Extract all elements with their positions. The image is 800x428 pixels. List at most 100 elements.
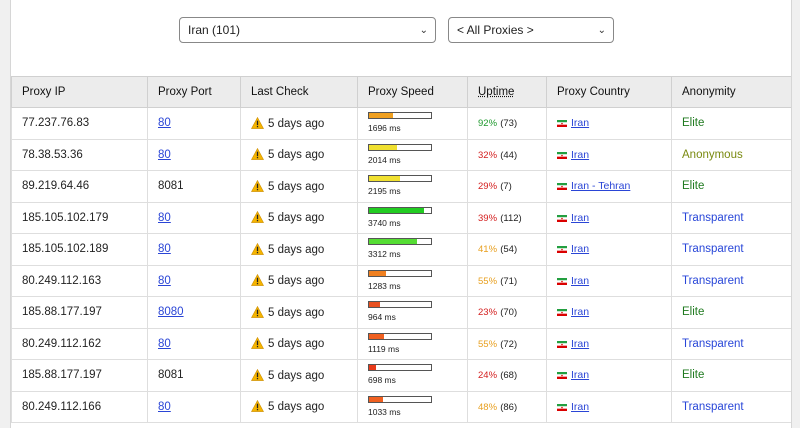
country-select[interactable]: Iran (101) ⌄ xyxy=(179,17,436,43)
speed-bar xyxy=(368,175,432,183)
proxy-ip-cell: 185.88.177.197 xyxy=(11,296,148,329)
column-header-proxy-port[interactable]: Proxy Port xyxy=(147,76,241,108)
anonymity-level: Transparent xyxy=(682,400,744,413)
last-check-cell: 5 days ago xyxy=(240,296,358,329)
speed-text: 2195 ms xyxy=(368,186,401,197)
proxy-port-link[interactable]: 80 xyxy=(158,212,171,224)
speed-text: 698 ms xyxy=(368,375,396,386)
anonymity-cell: Transparent xyxy=(671,327,791,360)
column-header-last-check[interactable]: Last Check xyxy=(240,76,358,108)
anonymity-cell: Transparent xyxy=(671,390,791,423)
last-check-cell: 5 days ago xyxy=(240,390,358,423)
country-link[interactable]: Iran xyxy=(571,275,589,287)
warning-icon xyxy=(251,305,264,318)
last-check-text: 5 days ago xyxy=(268,117,325,130)
table-row: 185.105.102.179 80 5 days ago 3740 ms 39… xyxy=(11,201,791,234)
anonymity-cell: Transparent xyxy=(671,233,791,266)
proxy-ip: 185.88.177.197 xyxy=(22,306,102,319)
speed-bar-fill xyxy=(369,207,424,213)
proxy-speed-cell: 1696 ms xyxy=(357,107,468,140)
table-row: 185.88.177.197 8081 5 days ago 698 ms 24… xyxy=(11,359,791,392)
warning-icon xyxy=(251,116,264,129)
uptime-percent: 29% xyxy=(478,181,498,193)
country-link[interactable]: Iran xyxy=(571,306,589,318)
proxy-port-cell: 80 xyxy=(147,327,241,360)
uptime-count: (54) xyxy=(500,244,518,256)
proxy-port-link[interactable]: 80 xyxy=(158,243,171,255)
column-header-proxy-ip[interactable]: Proxy IP xyxy=(11,76,148,108)
uptime-count: (44) xyxy=(500,149,518,161)
proxy-port-link[interactable]: 8080 xyxy=(158,306,184,318)
speed-bar-fill xyxy=(369,270,386,276)
iran-flag-icon xyxy=(557,214,567,222)
speed-bar xyxy=(368,143,432,151)
speed-text: 1033 ms xyxy=(368,406,401,417)
proxy-port-link[interactable]: 80 xyxy=(158,275,171,287)
country-link[interactable]: Iran - Tehran xyxy=(571,180,630,192)
anonymity-cell: Elite xyxy=(671,170,791,203)
anonymity-level: Elite xyxy=(682,180,705,193)
uptime-count: (7) xyxy=(500,181,512,193)
proxy-port-link[interactable]: 80 xyxy=(158,338,171,350)
proxy-ip-cell: 80.249.112.162 xyxy=(11,327,148,360)
proxy-port-link[interactable]: 80 xyxy=(158,401,171,413)
speed-bar-fill xyxy=(369,365,377,371)
warning-icon xyxy=(251,211,264,224)
speed-text: 1283 ms xyxy=(368,280,401,291)
proxy-port-link[interactable]: 80 xyxy=(158,149,171,161)
uptime-cell: 24% (68) xyxy=(467,359,547,392)
uptime-cell: 55% (72) xyxy=(467,327,547,360)
proxy-port-cell: 80 xyxy=(147,264,241,297)
speed-bar-fill xyxy=(369,333,384,339)
proxy-country-cell: Iran xyxy=(546,107,672,140)
country-link[interactable]: Iran xyxy=(571,212,589,224)
country-link[interactable]: Iran xyxy=(571,369,589,381)
anonymity-level: Elite xyxy=(682,369,705,382)
column-header-uptime[interactable]: Uptime xyxy=(467,76,547,108)
table-row: 77.237.76.83 80 5 days ago 1696 ms 92% (… xyxy=(11,107,791,140)
proxy-speed-cell: 3312 ms xyxy=(357,233,468,266)
uptime-percent: 41% xyxy=(478,244,498,256)
proxy-type-select[interactable]: < All Proxies > ⌄ xyxy=(448,17,614,43)
proxy-ip-cell: 80.249.112.166 xyxy=(11,390,148,423)
speed-text: 1119 ms xyxy=(368,343,400,354)
last-check-text: 5 days ago xyxy=(268,212,325,225)
iran-flag-icon xyxy=(557,277,567,285)
iran-flag-icon xyxy=(557,183,567,191)
last-check-cell: 5 days ago xyxy=(240,264,358,297)
proxy-ip-cell: 77.237.76.83 xyxy=(11,107,148,140)
iran-flag-icon xyxy=(557,151,567,159)
anonymity-cell: Transparent xyxy=(671,264,791,297)
proxy-ip-cell: 185.88.177.197 xyxy=(11,359,148,392)
proxy-type-select-value: < All Proxies > xyxy=(457,23,534,37)
anonymity-level: Anonymous xyxy=(682,148,743,161)
column-header-proxy-country[interactable]: Proxy Country xyxy=(546,76,672,108)
country-link[interactable]: Iran xyxy=(571,243,589,255)
country-link[interactable]: Iran xyxy=(571,149,589,161)
iran-flag-icon xyxy=(557,372,567,380)
last-check-text: 5 days ago xyxy=(268,243,325,256)
proxy-country-cell: Iran xyxy=(546,233,672,266)
last-check-cell: 5 days ago xyxy=(240,170,358,203)
last-check-text: 5 days ago xyxy=(268,401,325,414)
warning-icon xyxy=(251,242,264,255)
proxy-port-link[interactable]: 80 xyxy=(158,117,171,129)
country-link[interactable]: Iran xyxy=(571,117,589,129)
column-header-proxy-speed[interactable]: Proxy Speed xyxy=(357,76,468,108)
uptime-count: (112) xyxy=(500,212,522,224)
warning-icon xyxy=(251,400,264,413)
proxy-port-cell: 8081 xyxy=(147,359,241,392)
speed-bar xyxy=(368,112,432,120)
proxy-ip-cell: 89.219.64.46 xyxy=(11,170,148,203)
column-header-anonymity[interactable]: Anonymity xyxy=(671,76,791,108)
warning-icon xyxy=(251,148,264,161)
proxy-country-cell: Iran xyxy=(546,264,672,297)
country-link[interactable]: Iran xyxy=(571,338,589,350)
table-row: 89.219.64.46 8081 5 days ago 2195 ms 29%… xyxy=(11,170,791,203)
chevron-down-icon: ⌄ xyxy=(597,25,606,36)
uptime-percent: 55% xyxy=(478,338,498,350)
country-link[interactable]: Iran xyxy=(571,401,589,413)
uptime-count: (73) xyxy=(500,118,518,130)
warning-icon xyxy=(251,368,264,381)
uptime-percent: 39% xyxy=(478,212,498,224)
